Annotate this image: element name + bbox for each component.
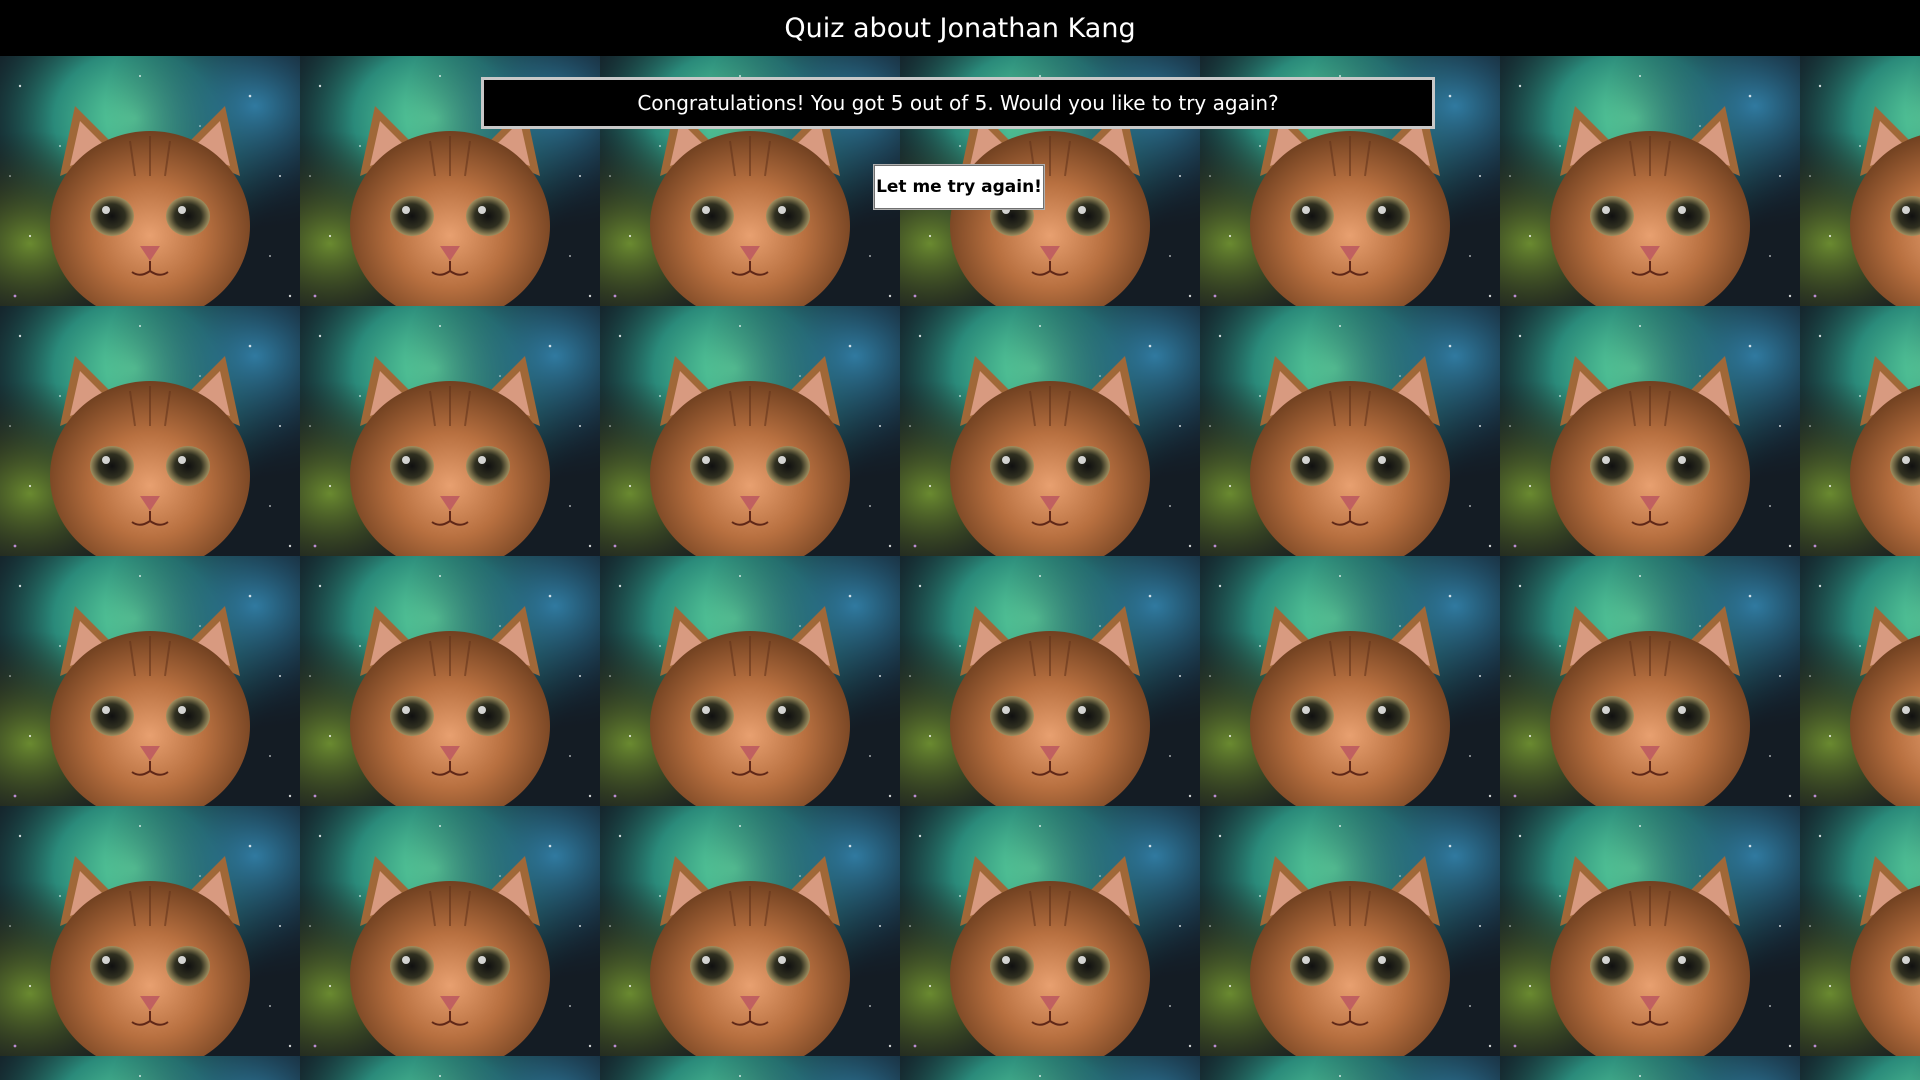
- page-header: Quiz about Jonathan Kang: [0, 0, 1920, 56]
- quiz-result-box: Congratulations! You got 5 out of 5. Wou…: [481, 77, 1435, 129]
- quiz-result-message: Congratulations! You got 5 out of 5. Wou…: [637, 91, 1279, 115]
- page-title: Quiz about Jonathan Kang: [784, 12, 1136, 44]
- try-again-button[interactable]: Let me try again!: [873, 164, 1045, 210]
